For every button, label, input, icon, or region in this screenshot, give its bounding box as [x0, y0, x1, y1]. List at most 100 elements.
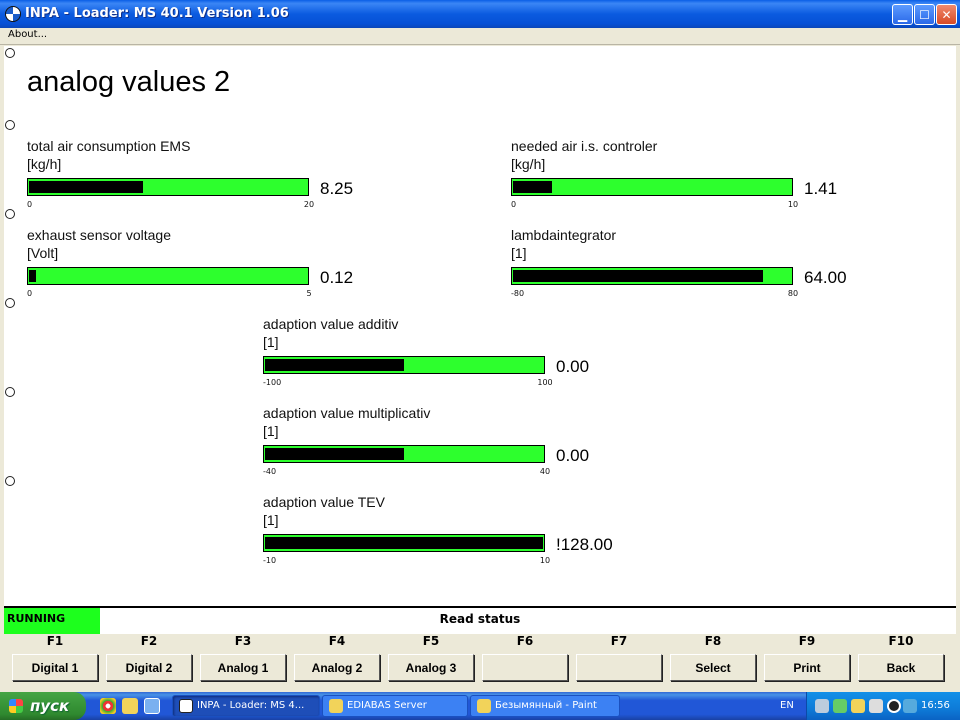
- gauge-unit: [Volt]: [27, 245, 59, 261]
- fkey-name: F5: [422, 634, 440, 648]
- gauge-bar: [511, 267, 793, 285]
- f6-button[interactable]: [482, 654, 568, 681]
- f7-button[interactable]: [576, 654, 662, 681]
- start-button[interactable]: пуск: [0, 692, 86, 720]
- task-ediabas[interactable]: EDIABAS Server: [322, 695, 468, 717]
- status-running-badge: RUNNING: [4, 608, 100, 634]
- gauge-min: -40: [263, 467, 277, 476]
- fkey-name: F8: [704, 634, 722, 648]
- gauge-value: 0.00: [556, 357, 590, 376]
- maximize-button[interactable]: ☐: [914, 4, 935, 25]
- close-button[interactable]: ✕: [936, 4, 957, 25]
- gauge-unit: [kg/h]: [27, 156, 62, 172]
- paint-icon: [477, 699, 491, 713]
- taskbar: пуск INPA - Loader: MS 4... EDIABAS Serv…: [0, 692, 960, 720]
- gauge-adaption-tev: adaption value TEV [1] !128.00 -10 10: [263, 494, 623, 569]
- select-button[interactable]: Select: [670, 654, 756, 681]
- menu-item-about[interactable]: About...: [8, 29, 47, 40]
- language-indicator[interactable]: EN: [780, 700, 794, 711]
- gauge-max: 5: [306, 289, 312, 298]
- gauge-max: 40: [539, 467, 551, 476]
- gauge-label: adaption value multiplicativ: [263, 405, 431, 421]
- print-button[interactable]: Print: [764, 654, 850, 681]
- gauge-value: 64.00: [804, 268, 847, 287]
- fkey-name: F4: [328, 634, 346, 648]
- task-inpa[interactable]: INPA - Loader: MS 4...: [172, 695, 320, 717]
- status-bar: Read status RUNNING: [4, 608, 956, 634]
- gauge-unit: [1]: [263, 423, 279, 439]
- gauge-min: -100: [263, 378, 282, 387]
- gauge-unit: [kg/h]: [511, 156, 546, 172]
- analog-2-button[interactable]: Analog 2: [294, 654, 380, 681]
- gauge-fill: [265, 537, 543, 549]
- gauge-bar: [511, 178, 793, 196]
- gauge-max: 20: [303, 200, 315, 209]
- radio-indicator[interactable]: [5, 48, 15, 58]
- gauge-bar: [263, 356, 545, 374]
- radio-indicator[interactable]: [5, 298, 15, 308]
- gauge-fill: [265, 359, 404, 371]
- status-text: Read status: [439, 612, 521, 626]
- gauge-bar: [263, 445, 545, 463]
- ediabas-icon: [329, 699, 343, 713]
- ie-icon[interactable]: [144, 698, 160, 714]
- gauge-min: -10: [263, 556, 277, 565]
- disc-icon[interactable]: [887, 699, 901, 713]
- gauge-unit: [1]: [263, 334, 279, 350]
- gauge-fill: [29, 181, 143, 193]
- back-button[interactable]: Back: [858, 654, 944, 681]
- gauge-value: 0.00: [556, 446, 590, 465]
- function-key-bar: F1 Digital 1 F2 Digital 2 F3 Analog 1 F4…: [0, 634, 960, 692]
- task-paint[interactable]: Безымянный - Paint: [470, 695, 620, 717]
- gauge-value: 8.25: [320, 179, 354, 198]
- radio-indicator[interactable]: [5, 209, 15, 219]
- clock: 16:56: [921, 700, 950, 711]
- gauge-bar: [263, 534, 545, 552]
- radio-indicator[interactable]: [5, 120, 15, 130]
- gauge-label: adaption value TEV: [263, 494, 385, 510]
- gauge-min: 0: [27, 289, 33, 298]
- gauge-max: 10: [539, 556, 551, 565]
- client-area: analog values 2 total air consumption EM…: [4, 46, 956, 608]
- analog-3-button[interactable]: Analog 3: [388, 654, 474, 681]
- tray-app-icon[interactable]: [851, 699, 865, 713]
- gauge-fill: [513, 181, 552, 193]
- maximize-icon: ☐: [919, 7, 930, 22]
- task-label: EDIABAS Server: [347, 700, 427, 711]
- tray-misc-icon[interactable]: [903, 699, 917, 713]
- gauge-min: 0: [511, 200, 517, 209]
- radio-indicator[interactable]: [5, 387, 15, 397]
- volume-icon[interactable]: [869, 699, 883, 713]
- fkey-name: F9: [798, 634, 816, 648]
- gauge-fill: [29, 270, 36, 282]
- gauge-max: 100: [537, 378, 553, 387]
- gauge-bar: [27, 178, 309, 196]
- gauge-needed-air: needed air i.s. controler [kg/h] 1.41 0 …: [511, 138, 871, 213]
- bmw-logo-icon: [5, 6, 21, 22]
- network-icon[interactable]: [815, 699, 829, 713]
- minimize-button[interactable]: ▁: [892, 4, 913, 25]
- gauge-total-air-consumption: total air consumption EMS [kg/h] 8.25 0 …: [27, 138, 387, 213]
- title-bar[interactable]: INPA - Loader: MS 40.1 Version 1.06 ▁ ☐ …: [0, 0, 960, 28]
- analog-1-button[interactable]: Analog 1: [200, 654, 286, 681]
- gauge-label: needed air i.s. controler: [511, 138, 658, 154]
- digital-1-button[interactable]: Digital 1: [12, 654, 98, 681]
- gauge-max: 80: [787, 289, 799, 298]
- task-label: INPA - Loader: MS 4...: [197, 700, 305, 711]
- close-icon: ✕: [941, 7, 952, 22]
- radio-indicator[interactable]: [5, 476, 15, 486]
- minimize-icon: ▁: [897, 7, 908, 22]
- gauge-adaption-multiplicativ: adaption value multiplicativ [1] 0.00 -4…: [263, 405, 623, 480]
- security-icon[interactable]: [833, 699, 847, 713]
- gauge-min: 0: [27, 200, 33, 209]
- chrome-icon[interactable]: [100, 698, 116, 714]
- gauge-min: -80: [511, 289, 525, 298]
- gauge-fill: [265, 448, 404, 460]
- system-tray: 16:56: [806, 692, 960, 720]
- ediabas-quicklaunch-icon[interactable]: [122, 698, 138, 714]
- fkey-name: F3: [234, 634, 252, 648]
- task-label: Безымянный - Paint: [495, 700, 597, 711]
- inpa-icon: [179, 699, 193, 713]
- digital-2-button[interactable]: Digital 2: [106, 654, 192, 681]
- gauge-lambdaintegrator: lambdaintegrator [1] 64.00 -80 80: [511, 227, 871, 302]
